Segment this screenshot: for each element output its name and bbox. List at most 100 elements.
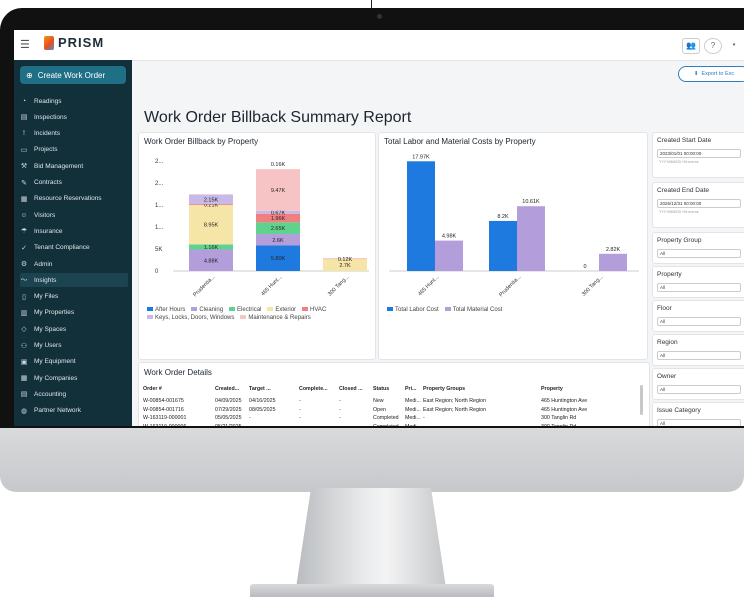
sidebar-item-resource-reservations[interactable]: ▦ Resource Reservations — [20, 192, 128, 206]
download-icon: ⬇ — [693, 71, 699, 77]
filter-label: Created Start Date — [657, 137, 712, 144]
trend-icon: 〜 — [20, 277, 28, 285]
sidebar-item-insights[interactable]: 〜 Insights — [20, 273, 128, 288]
users-icon[interactable]: 👥 — [682, 38, 700, 54]
x-tick-label: Prudentia... — [192, 274, 216, 298]
sidebar-item-label: Bid Management — [34, 162, 84, 170]
sidebar-item-label: Partner Network — [34, 407, 81, 415]
filter-select[interactable]: All — [657, 351, 741, 360]
camera-icon — [377, 14, 382, 19]
column-header[interactable]: Property — [541, 385, 621, 397]
column-header[interactable]: Status — [373, 385, 405, 397]
alert-icon: ! — [23, 130, 25, 138]
table-row[interactable]: W-163119-00000605/21/2025---CompletedMed… — [143, 423, 621, 426]
sidebar-item-label: Resource Reservations — [34, 195, 102, 203]
filter-select[interactable]: All — [657, 385, 741, 394]
sidebar-item-admin[interactable]: ⚙ Admin — [20, 257, 128, 271]
sidebar-item-my-files[interactable]: ▯ My Files — [20, 290, 128, 304]
table-cell: 465 Huntington Ave — [541, 406, 588, 413]
sidebar-item-incidents[interactable]: ! Incidents — [20, 127, 128, 141]
legend-item[interactable]: Cleaning — [191, 307, 223, 313]
menu-icon[interactable]: ☰ — [20, 38, 30, 51]
legend-item[interactable]: Electrical — [229, 307, 261, 313]
sidebar-item-my-spaces[interactable]: ◇ My Spaces — [20, 322, 128, 336]
column-header[interactable]: Property Groups — [423, 385, 541, 397]
export-button[interactable]: ⬇ Export to Exc — [678, 66, 744, 82]
created-end-input[interactable]: 2026/12/31 00:00:00 — [657, 199, 741, 208]
billback-chart-card: Work Order Billback by Property 0 5K 1... 1… — [138, 132, 376, 360]
sidebar-item-visitors[interactable]: ☺ Visitors — [20, 208, 128, 222]
legend-item[interactable]: Keys, Locks, Doors, Windows — [147, 315, 234, 321]
table-cell: W-163119-000006 — [143, 423, 215, 426]
x-tick-label: 465 Hunt... — [417, 274, 441, 298]
sidebar-item-bid-management[interactable]: ⚒ Bid Management — [20, 159, 128, 173]
data-label: 0.16K — [271, 162, 286, 168]
sidebar-item-label: Visitors — [34, 211, 56, 219]
gear-icon: ⚙ — [20, 261, 28, 268]
sidebar-item-my-users[interactable]: ⚇ My Users — [20, 339, 128, 353]
sidebar-item-label: My Properties — [34, 309, 75, 317]
sidebar-item-my-companies[interactable]: ▦ My Companies — [20, 371, 128, 385]
column-header[interactable]: Pri... — [405, 385, 423, 397]
legend-label: Total Material Cost — [452, 307, 503, 313]
bar[interactable] — [517, 206, 545, 271]
bar[interactable] — [407, 161, 435, 271]
x-tick-label: Prudentia... — [498, 274, 522, 298]
sidebar-item-my-properties[interactable]: ▥ My Properties — [20, 306, 128, 320]
filter-select[interactable]: All — [657, 283, 741, 292]
sidebar-item-readings[interactable]: ◔ Readings — [20, 94, 128, 108]
sidebar-item-partner-network[interactable]: ◍ Partner Network — [20, 404, 128, 418]
bar[interactable] — [435, 240, 463, 271]
sidebar-item-label: Tenant Compliance — [34, 244, 90, 252]
legend-label: Keys, Locks, Doors, Windows — [155, 315, 235, 321]
filter-region: Region All — [652, 334, 744, 366]
profile-icon[interactable]: • — [726, 38, 742, 52]
legend-swatch — [444, 307, 451, 312]
table-row[interactable]: W-163119-000001 05/05/2025- - - Completed Med… — [143, 414, 621, 423]
page-title: Work Order Billback Summary Report — [144, 109, 412, 126]
sidebar-item-insurance[interactable]: ☂ Insurance — [20, 224, 128, 238]
table-row[interactable]: W-00854-001675 04/09/2025 04/16/2025 - - New M… — [143, 397, 621, 406]
sidebar-item-projects[interactable]: ▭ Projects — [20, 143, 128, 157]
sidebar-item-tenant-compliance[interactable]: ✓ Tenant Compliance — [20, 241, 128, 255]
column-header[interactable]: Complete... — [299, 385, 339, 397]
work-order-table: Order # Created... Target ... Complete... Cl… — [143, 385, 621, 426]
column-header[interactable]: Closed ... — [339, 385, 373, 397]
legend-item[interactable]: Total Material Cost — [444, 307, 503, 313]
column-header[interactable]: Order # — [143, 385, 215, 397]
bar[interactable] — [599, 253, 627, 271]
filter-select[interactable]: All — [657, 317, 741, 326]
legend-swatch — [147, 307, 153, 312]
legend-item[interactable]: Maintenance & Repairs — [240, 315, 311, 321]
filter-select[interactable]: All — [657, 419, 741, 426]
filter-select[interactable]: All — [657, 249, 741, 258]
created-start-input[interactable]: 2023/01/01 00:00:00 — [657, 149, 741, 158]
legend-item[interactable]: HVAC — [302, 307, 326, 313]
sidebar-item-contracts[interactable]: ✎ Contracts — [20, 176, 128, 190]
scrollbar[interactable] — [640, 385, 643, 415]
data-label: 9.47K — [271, 188, 286, 194]
help-icon[interactable]: ? — [704, 38, 722, 54]
app-logo[interactable]: PRISM — [44, 35, 104, 50]
column-header[interactable]: Target ... — [249, 385, 299, 397]
sidebar-item-inspections[interactable]: ▤ Inspections — [20, 110, 128, 124]
legend-item[interactable]: Exterior — [267, 307, 296, 313]
table-cell: Medi... — [405, 415, 421, 422]
file-icon: ▯ — [22, 293, 26, 301]
labor-material-chart: 17.97K 4.98K 465 Hunt... 8.2K 10.61K Prudenti… — [389, 154, 639, 298]
table-cell: - — [249, 423, 299, 426]
table-row[interactable]: W-00854-001716 07/29/2025 08/05/2025 - - Open… — [143, 406, 621, 415]
legend-item[interactable]: After Hours — [147, 307, 185, 313]
data-label: 5.80K — [271, 256, 286, 262]
column-header[interactable]: Created... — [215, 385, 249, 397]
legend-item[interactable]: Total Labor Cost — [387, 307, 439, 313]
table-cell: - — [339, 415, 341, 422]
table-cell: - — [299, 398, 301, 405]
sidebar-item-my-equipment[interactable]: ▣ My Equipment — [20, 355, 128, 369]
create-work-order-button[interactable]: ⊕ Create Work Order — [20, 66, 126, 84]
sidebar-item-accounting[interactable]: ▤ Accounting — [20, 387, 128, 401]
bar[interactable] — [489, 220, 517, 271]
date-format-hint: YYYY/MM/DD HH:mm:ss — [659, 210, 699, 214]
main-area: ⬇ Export to Exc Work Order Billback Summ… — [132, 60, 744, 426]
data-label: 2.82K — [606, 247, 621, 253]
